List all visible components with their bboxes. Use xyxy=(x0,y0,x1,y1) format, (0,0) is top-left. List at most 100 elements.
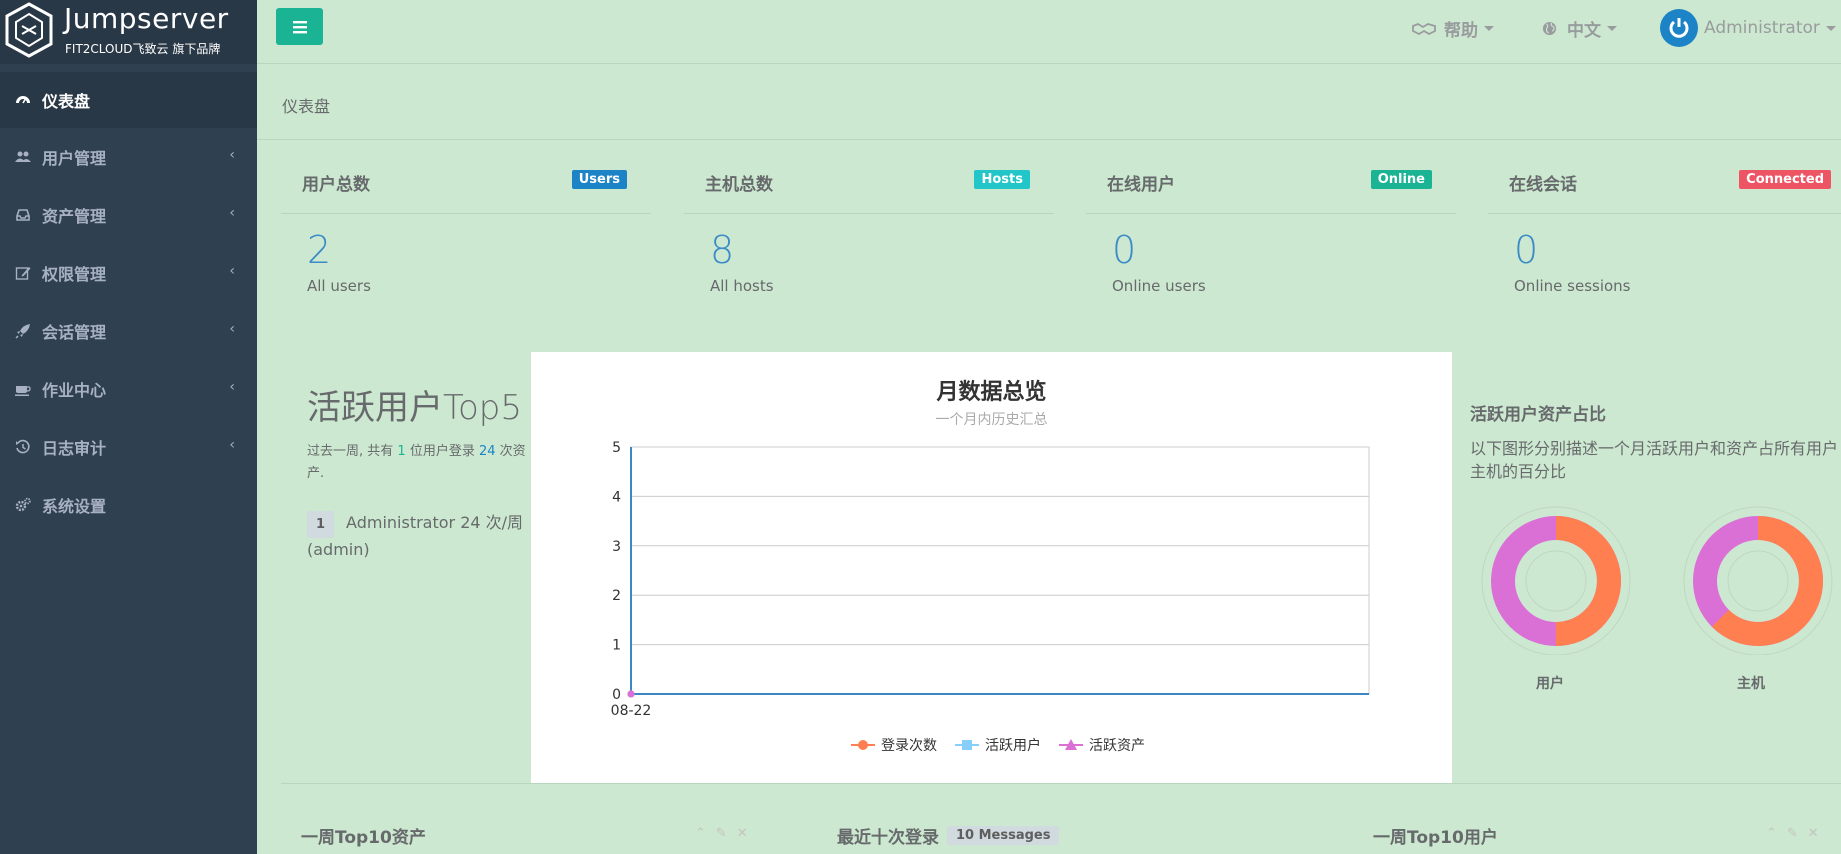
coffee-icon xyxy=(14,380,32,398)
sidebar-item-label: 日志审计 xyxy=(42,439,107,458)
stat-title: 用户总数 xyxy=(302,175,370,195)
logo[interactable]: Jumpserver FIT2CLOUD飞致云 旗下品牌 xyxy=(0,0,257,64)
donut-inner-ring xyxy=(1525,550,1587,612)
power-icon xyxy=(1669,18,1689,38)
messages-badge: 10 Messages xyxy=(947,826,1060,845)
stat-desc: All hosts xyxy=(710,277,774,295)
top5-heading: 活跃用户Top5 xyxy=(307,388,523,428)
chevron-left-icon: ‹ xyxy=(229,437,235,453)
sidebar-nav: 仪表盘 用户管理 ‹ 资产管理 ‹ 权限管理 ‹ 会话管理 ‹ 作业中心 ‹ 日… xyxy=(0,72,257,534)
help-label: 帮助 xyxy=(1444,21,1478,41)
sidebar-item-assets[interactable]: 资产管理 ‹ xyxy=(0,186,257,244)
chevron-left-icon: ‹ xyxy=(229,147,235,163)
user-name: Administrator xyxy=(1704,18,1820,38)
rank-badge: 1 xyxy=(307,511,335,538)
breadcrumb: 仪表盘 xyxy=(282,97,331,116)
stat-badge: Online xyxy=(1370,170,1432,189)
stat-desc: All users xyxy=(307,277,371,295)
top10-users-title: 一周Top10用户 xyxy=(1373,828,1498,848)
sidebar-item-label: 仪表盘 xyxy=(42,92,91,111)
y-tick-label: 3 xyxy=(612,539,621,555)
sidebar-item-label: 用户管理 xyxy=(42,149,107,168)
stat-header: 在线会话 Connected xyxy=(1488,160,1841,214)
y-tick-label: 0 xyxy=(612,687,621,703)
chevron-left-icon: ‹ xyxy=(229,321,235,337)
top5-summary: 过去一周, 共有 1 位用户登录 24 次资产. xyxy=(307,441,537,485)
stat-online-sessions: 在线会话 Connected 0 Online sessions xyxy=(1488,160,1841,310)
donut-label-hosts: 主机 xyxy=(1737,676,1765,692)
caret-down-icon xyxy=(1484,26,1494,31)
stat-badge: Connected xyxy=(1739,170,1831,189)
sidebar-item-label: 系统设置 xyxy=(42,497,107,516)
stat-badge: Hosts xyxy=(974,170,1030,189)
edit-icon xyxy=(14,264,32,282)
ratio-desc: 以下图形分别描述一个月活跃用户和资产占所有用户主机的百分比 xyxy=(1470,439,1839,481)
legend-label: 活跃资产 xyxy=(1089,738,1145,754)
stat-desc: Online sessions xyxy=(1514,277,1631,295)
stat-value: 8 xyxy=(710,228,735,272)
x-tick-label: 08-22 xyxy=(611,703,652,719)
user-count: 1 xyxy=(397,444,406,459)
stat-title: 在线会话 xyxy=(1509,175,1577,195)
sidebar-item-users[interactable]: 用户管理 ‹ xyxy=(0,128,257,186)
bars-icon xyxy=(292,20,307,33)
sidebar-item-permissions[interactable]: 权限管理 ‹ xyxy=(0,244,257,302)
sidebar-item-dashboard[interactable]: 仪表盘 xyxy=(0,72,257,128)
legend-label: 登录次数 xyxy=(881,738,937,754)
asset-count: 24 xyxy=(478,444,496,459)
data-point xyxy=(627,690,635,698)
sidebar-item-sessions[interactable]: 会话管理 ‹ xyxy=(0,302,257,360)
donut-label-users: 用户 xyxy=(1536,676,1564,692)
top-user-text: Administrator 24 次/周 (admin) xyxy=(307,513,524,559)
sidebar-item-label: 权限管理 xyxy=(42,265,107,284)
stat-desc: Online users xyxy=(1112,277,1206,295)
brand-sub: FIT2CLOUD飞致云 旗下品牌 xyxy=(65,42,221,56)
chevron-left-icon: ‹ xyxy=(229,379,235,395)
y-tick-label: 4 xyxy=(612,489,621,505)
rocket-icon xyxy=(14,322,32,340)
history-icon xyxy=(14,438,32,456)
active-users-top5: 活跃用户Top5 过去一周, 共有 1 位用户登录 24 次资产. 1 Admin… xyxy=(307,380,537,561)
stat-header: 主机总数 Hosts xyxy=(684,160,1054,214)
legend-marker-circle-icon xyxy=(858,740,868,750)
topbar: 帮助 中文 Administrator xyxy=(257,0,1841,64)
stat-title: 主机总数 xyxy=(705,175,773,195)
sidebar-item-audit[interactable]: 日志审计 ‹ xyxy=(0,418,257,476)
stat-hosts: 主机总数 Hosts 8 All hosts xyxy=(684,160,1054,310)
sidebar-item-label: 作业中心 xyxy=(42,381,107,400)
ratio-heading: 活跃用户资产占比 xyxy=(1470,405,1606,425)
line-chart: 0 1 2 3 4 5 08-22 登录次数 活跃用户 活跃资产 xyxy=(611,440,1370,754)
users-icon xyxy=(14,148,32,166)
language-label: 中文 xyxy=(1567,21,1601,41)
sidebar: Jumpserver FIT2CLOUD飞致云 旗下品牌 仪表盘 用户管理 ‹ … xyxy=(0,0,257,854)
help-menu[interactable]: 帮助 xyxy=(1412,16,1494,41)
caret-down-icon xyxy=(1825,25,1836,31)
user-menu[interactable]: Administrator xyxy=(1660,9,1836,47)
summary-text: 过去一周, 共有 xyxy=(307,444,398,459)
language-menu[interactable]: 中文 xyxy=(1542,16,1617,41)
active-ratio-section: 活跃用户资产占比 以下图形分别描述一个月活跃用户和资产占所有用户主机的百分比 xyxy=(1470,400,1840,483)
stat-value: 0 xyxy=(1112,228,1137,272)
avatar xyxy=(1660,9,1698,47)
plot-area xyxy=(630,446,1370,695)
sidebar-item-label: 资产管理 xyxy=(42,207,107,226)
stat-value: 2 xyxy=(307,228,332,272)
stat-badge: Users xyxy=(571,170,627,189)
legend-label: 活跃用户 xyxy=(985,737,1041,754)
globe-icon xyxy=(1542,21,1557,36)
stat-users: 用户总数 Users 2 All users xyxy=(281,160,651,310)
monthly-chart-panel: 月数据总览 一个月内历史汇总 0 1 2 3 4 5 08-22 登录次数 活跃用户 活跃资产 xyxy=(531,352,1452,784)
menu-toggle-button[interactable] xyxy=(276,8,323,45)
chevron-left-icon: ‹ xyxy=(229,205,235,221)
y-tick-label: 5 xyxy=(612,440,621,456)
stat-value: 0 xyxy=(1514,228,1539,272)
jumpserver-logo-icon xyxy=(5,2,53,58)
stat-header: 在线用户 Online xyxy=(1086,160,1456,214)
top10-assets-title: 一周Top10资产 xyxy=(301,828,426,848)
sidebar-item-settings[interactable]: 系统设置 xyxy=(0,476,257,534)
panel-tools[interactable]: ⌃✎✕ xyxy=(695,826,758,841)
sidebar-item-jobs[interactable]: 作业中心 ‹ xyxy=(0,360,257,418)
panel-tools[interactable]: ⌃✎✕ xyxy=(1766,826,1829,841)
sidebar-item-label: 会话管理 xyxy=(42,323,107,342)
inbox-icon xyxy=(14,206,32,224)
